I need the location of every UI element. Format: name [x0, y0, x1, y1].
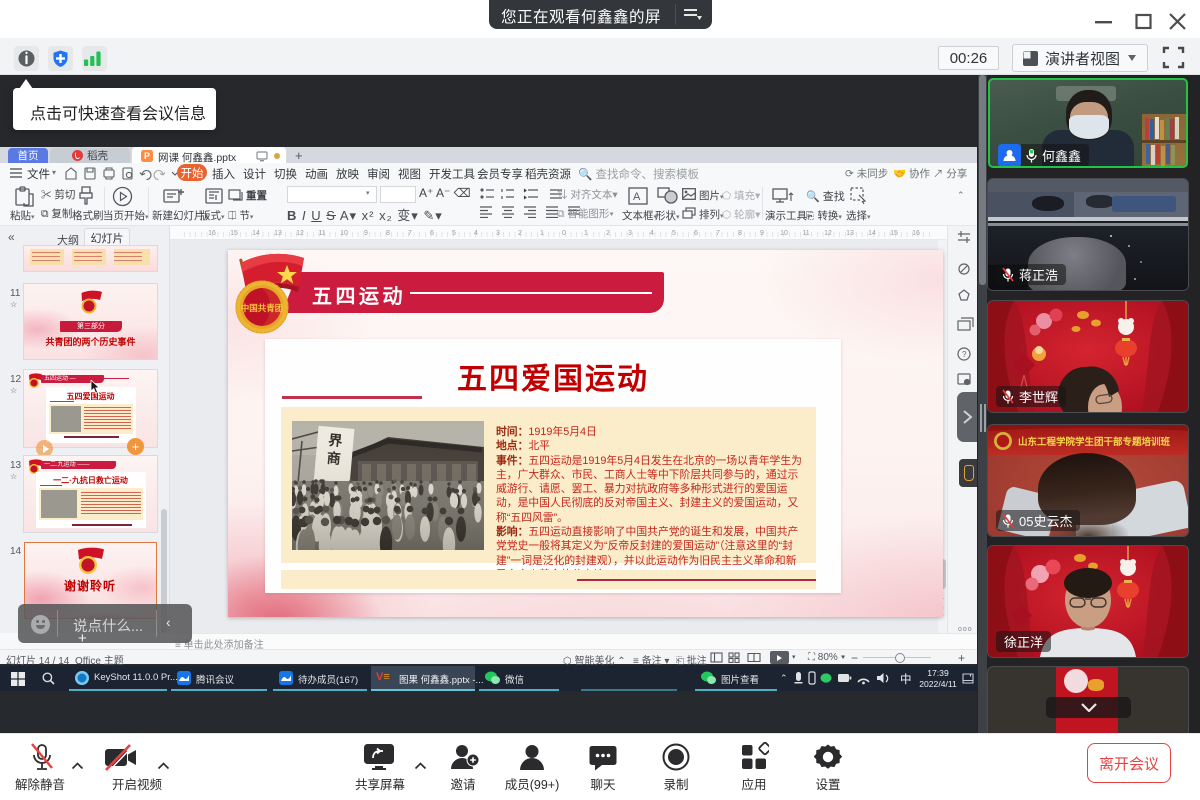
svg-text:14: 14: [252, 230, 260, 237]
svg-text:10: 10: [780, 230, 788, 237]
svg-text:4: 4: [474, 230, 478, 237]
svg-text:16: 16: [912, 230, 920, 237]
svg-text:1: 1: [540, 230, 544, 237]
svg-text:16: 16: [208, 230, 216, 237]
svg-text:3: 3: [496, 230, 500, 237]
svg-text:11: 11: [802, 230, 809, 237]
svg-text:A: A: [633, 191, 641, 203]
svg-text:6: 6: [694, 230, 698, 237]
svg-text:山东工程学院学生团干部专题培训班: 山东工程学院学生团干部专题培训班: [1018, 436, 1171, 448]
svg-text:6: 6: [430, 230, 434, 237]
svg-text:14: 14: [868, 230, 876, 237]
svg-text:2: 2: [518, 230, 522, 237]
svg-text:中国共青团: 中国共青团: [241, 303, 284, 313]
svg-text:0: 0: [562, 230, 566, 237]
svg-text:10: 10: [340, 230, 348, 237]
svg-text:15: 15: [230, 230, 238, 237]
svg-text:9: 9: [760, 230, 764, 237]
svg-text:13: 13: [274, 230, 282, 237]
svg-text:3: 3: [628, 230, 632, 237]
svg-text:5: 5: [452, 230, 456, 237]
svg-text:2: 2: [606, 230, 610, 237]
svg-text:13: 13: [846, 230, 854, 237]
svg-text:?: ?: [962, 350, 967, 359]
svg-text:12: 12: [296, 230, 304, 237]
svg-text:7: 7: [408, 230, 412, 237]
svg-text:1: 1: [584, 230, 588, 237]
svg-text:7: 7: [716, 230, 720, 237]
svg-text:11: 11: [318, 230, 325, 237]
svg-text:8: 8: [738, 230, 742, 237]
svg-text:4: 4: [650, 230, 654, 237]
svg-text:12: 12: [824, 230, 832, 237]
svg-text:9: 9: [364, 230, 368, 237]
svg-text:5: 5: [672, 230, 676, 237]
svg-text:15: 15: [890, 230, 898, 237]
svg-text:8: 8: [386, 230, 390, 237]
